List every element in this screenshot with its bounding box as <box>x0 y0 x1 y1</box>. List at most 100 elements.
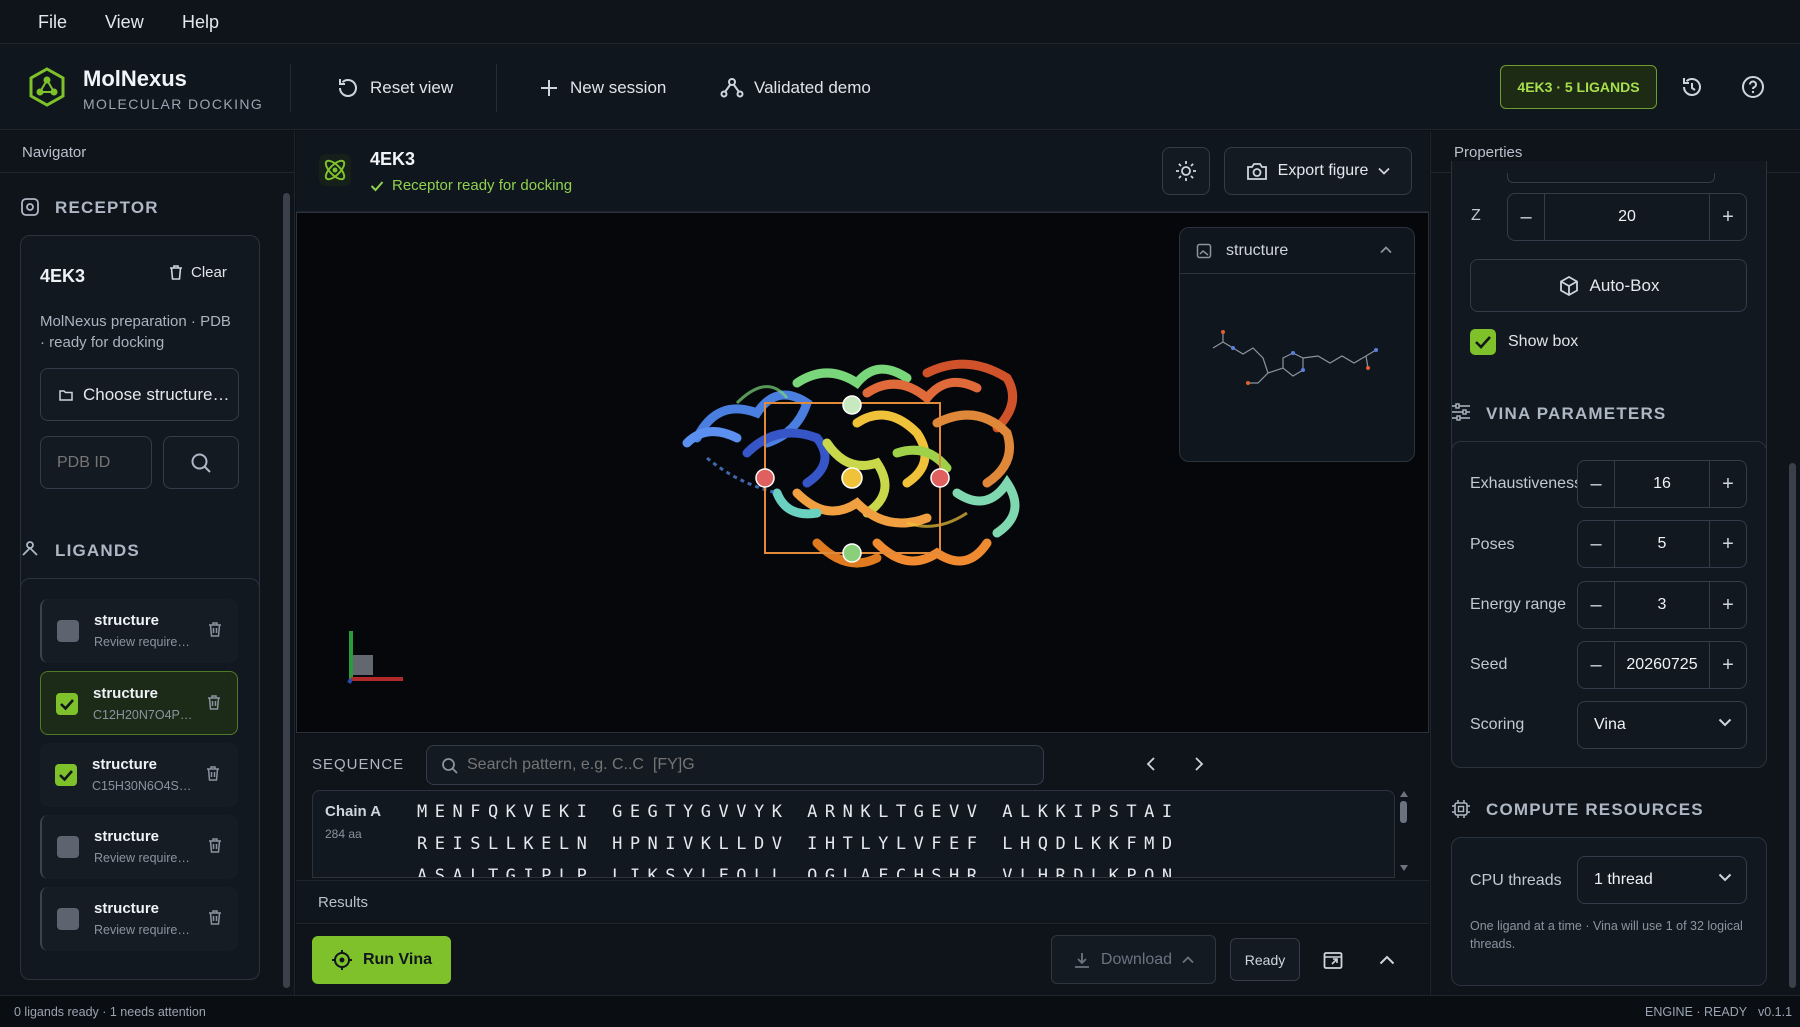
chevron-up-icon[interactable] <box>1380 246 1392 254</box>
ligand-name: structure <box>94 612 160 629</box>
menu-file[interactable]: File <box>38 12 67 33</box>
run-vina-button[interactable]: Run Vina <box>312 936 451 984</box>
chevron-right-icon[interactable] <box>1194 756 1204 772</box>
ligand-checkbox[interactable] <box>55 764 77 786</box>
check-icon <box>60 699 74 711</box>
inset-title: structure <box>1226 242 1289 259</box>
help-icon[interactable] <box>1741 75 1765 99</box>
menu-view[interactable]: View <box>105 12 144 33</box>
receptor-title: 4EK3 <box>370 149 416 169</box>
session-badge: 4EK3 · 5 LIGANDS <box>1500 65 1657 109</box>
seed-stepper[interactable]: – 20260725 + <box>1577 641 1747 689</box>
engine-status: ENGINE · READY <box>1645 1005 1748 1019</box>
properties-scrollbar[interactable] <box>1789 463 1796 988</box>
cpu-icon <box>1451 799 1471 819</box>
protein-structure[interactable] <box>677 343 1057 603</box>
param-value[interactable]: 5 <box>1614 521 1710 567</box>
trash-icon[interactable] <box>207 909 223 926</box>
ligand-formula: C12H20N7O4P… <box>93 708 193 722</box>
z-value[interactable]: 20 <box>1544 194 1710 240</box>
sequence-search[interactable] <box>426 745 1044 785</box>
export-figure-button[interactable]: Export figure <box>1224 147 1412 195</box>
properties-title: Properties <box>1454 144 1523 161</box>
sequence-viewer[interactable]: Chain A 284 aa MENFQKVEKI GEGTYGVVYK ARN… <box>312 790 1395 878</box>
list-item[interactable]: structure Review require… <box>40 599 238 663</box>
auto-box-button[interactable]: Auto-Box <box>1470 259 1747 312</box>
sequence-row[interactable]: REISLLKELN HPNIVKLLDV IHTLYLVFEF LHQDLKK… <box>417 834 1180 854</box>
validated-demo-button[interactable]: Validated demo <box>720 72 871 104</box>
show-box-checkbox[interactable] <box>1470 329 1496 355</box>
param-value[interactable]: 3 <box>1614 582 1710 628</box>
new-session-label: New session <box>570 78 667 97</box>
ligand-status: Review require… <box>94 635 190 649</box>
list-item[interactable]: structure Review require… <box>40 815 238 879</box>
ligand-checkbox[interactable] <box>56 693 78 715</box>
increment-button[interactable]: + <box>1710 582 1746 628</box>
increment-button[interactable]: + <box>1710 521 1746 567</box>
sequence-search-input[interactable] <box>467 750 1027 780</box>
pdb-search-button[interactable] <box>163 436 239 489</box>
trash-icon[interactable] <box>206 694 222 711</box>
history-icon[interactable] <box>1680 75 1704 99</box>
decrement-button[interactable]: – <box>1578 461 1614 507</box>
poses-stepper[interactable]: – 5 + <box>1577 520 1747 568</box>
plus-icon <box>541 80 557 96</box>
z-decrement-button[interactable]: – <box>1508 194 1544 240</box>
chevron-up-icon <box>1182 955 1194 963</box>
sequence-row[interactable]: MENFQKVEKI GEGTYGVVYK ARNKLTGEVV ALKKIPS… <box>417 802 1180 822</box>
decrement-button[interactable]: – <box>1578 521 1614 567</box>
choose-structure-button[interactable]: Choose structure… <box>40 368 239 421</box>
param-value[interactable]: 20260725 <box>1614 642 1710 688</box>
z-stepper[interactable]: – 20 + <box>1507 193 1747 241</box>
chevron-up-icon[interactable] <box>1379 955 1395 965</box>
param-label: Exhaustiveness <box>1470 475 1583 492</box>
list-item[interactable]: structure C12H20N7O4P… <box>40 671 238 735</box>
pdb-id-input[interactable] <box>40 436 152 489</box>
clear-button[interactable]: Clear <box>168 264 227 281</box>
new-session-button[interactable]: New session <box>538 72 666 104</box>
param-label: Seed <box>1470 656 1508 673</box>
ligand-checkbox[interactable] <box>57 908 79 930</box>
decrement-button[interactable]: – <box>1578 642 1614 688</box>
trash-icon[interactable] <box>207 621 223 638</box>
autobox-icon <box>1559 275 1578 296</box>
param-label: Poses <box>1470 536 1515 553</box>
receptor-status: Receptor ready for docking <box>370 177 572 194</box>
trash-icon[interactable] <box>205 765 221 782</box>
energy-range-stepper[interactable]: – 3 + <box>1577 581 1747 629</box>
cpu-threads-select[interactable]: 1 thread <box>1577 856 1747 904</box>
ligand-checkbox[interactable] <box>57 620 79 642</box>
reset-view-button[interactable]: Reset view <box>336 72 453 104</box>
ligand-checkbox[interactable] <box>57 836 79 858</box>
list-item[interactable]: structure Review require… <box>40 887 238 951</box>
molecule-viewport[interactable]: structure <box>296 212 1429 733</box>
exhaustiveness-stepper[interactable]: – 16 + <box>1577 460 1747 508</box>
increment-button[interactable]: + <box>1710 642 1746 688</box>
download-button[interactable]: Download <box>1051 935 1216 984</box>
ready-status-badge: Ready <box>1230 938 1300 981</box>
theme-toggle-button[interactable] <box>1162 147 1210 195</box>
increment-button[interactable]: + <box>1710 461 1746 507</box>
logo-icon <box>28 66 66 108</box>
sequence-panel: SEQUENCE Chain A 284 aa MENFQKVEKI GEGTY… <box>296 734 1429 880</box>
properties-panel: Properties Z – 20 + Auto-Box Show box VI… <box>1430 131 1800 995</box>
scoring-select[interactable]: Vina <box>1577 701 1747 749</box>
popout-icon[interactable] <box>1323 950 1343 970</box>
validated-demo-label: Validated demo <box>754 78 871 97</box>
menu-help[interactable]: Help <box>182 12 219 33</box>
sequence-scrollbar[interactable] <box>1400 791 1408 875</box>
navigator-scrollbar[interactable] <box>283 193 290 988</box>
list-item[interactable]: structure C15H30N6O4S… <box>40 743 238 807</box>
sequence-row[interactable]: ASALTGIPLP LIKSYLFQLL QGLAFCHSHR VLHRDLK… <box>417 866 1180 877</box>
scoring-value: Vina <box>1594 716 1626 733</box>
check-icon <box>1475 336 1491 349</box>
results-header[interactable]: Results <box>296 880 1429 924</box>
param-value[interactable]: 16 <box>1614 461 1710 507</box>
trash-icon[interactable] <box>207 837 223 854</box>
navigator-title: Navigator <box>22 144 87 161</box>
chevron-left-icon[interactable] <box>1146 756 1156 772</box>
chain-label: Chain A <box>325 803 382 820</box>
decrement-button[interactable]: – <box>1578 582 1614 628</box>
z-increment-button[interactable]: + <box>1710 194 1746 240</box>
action-bar: Run Vina Download Ready <box>296 925 1429 995</box>
